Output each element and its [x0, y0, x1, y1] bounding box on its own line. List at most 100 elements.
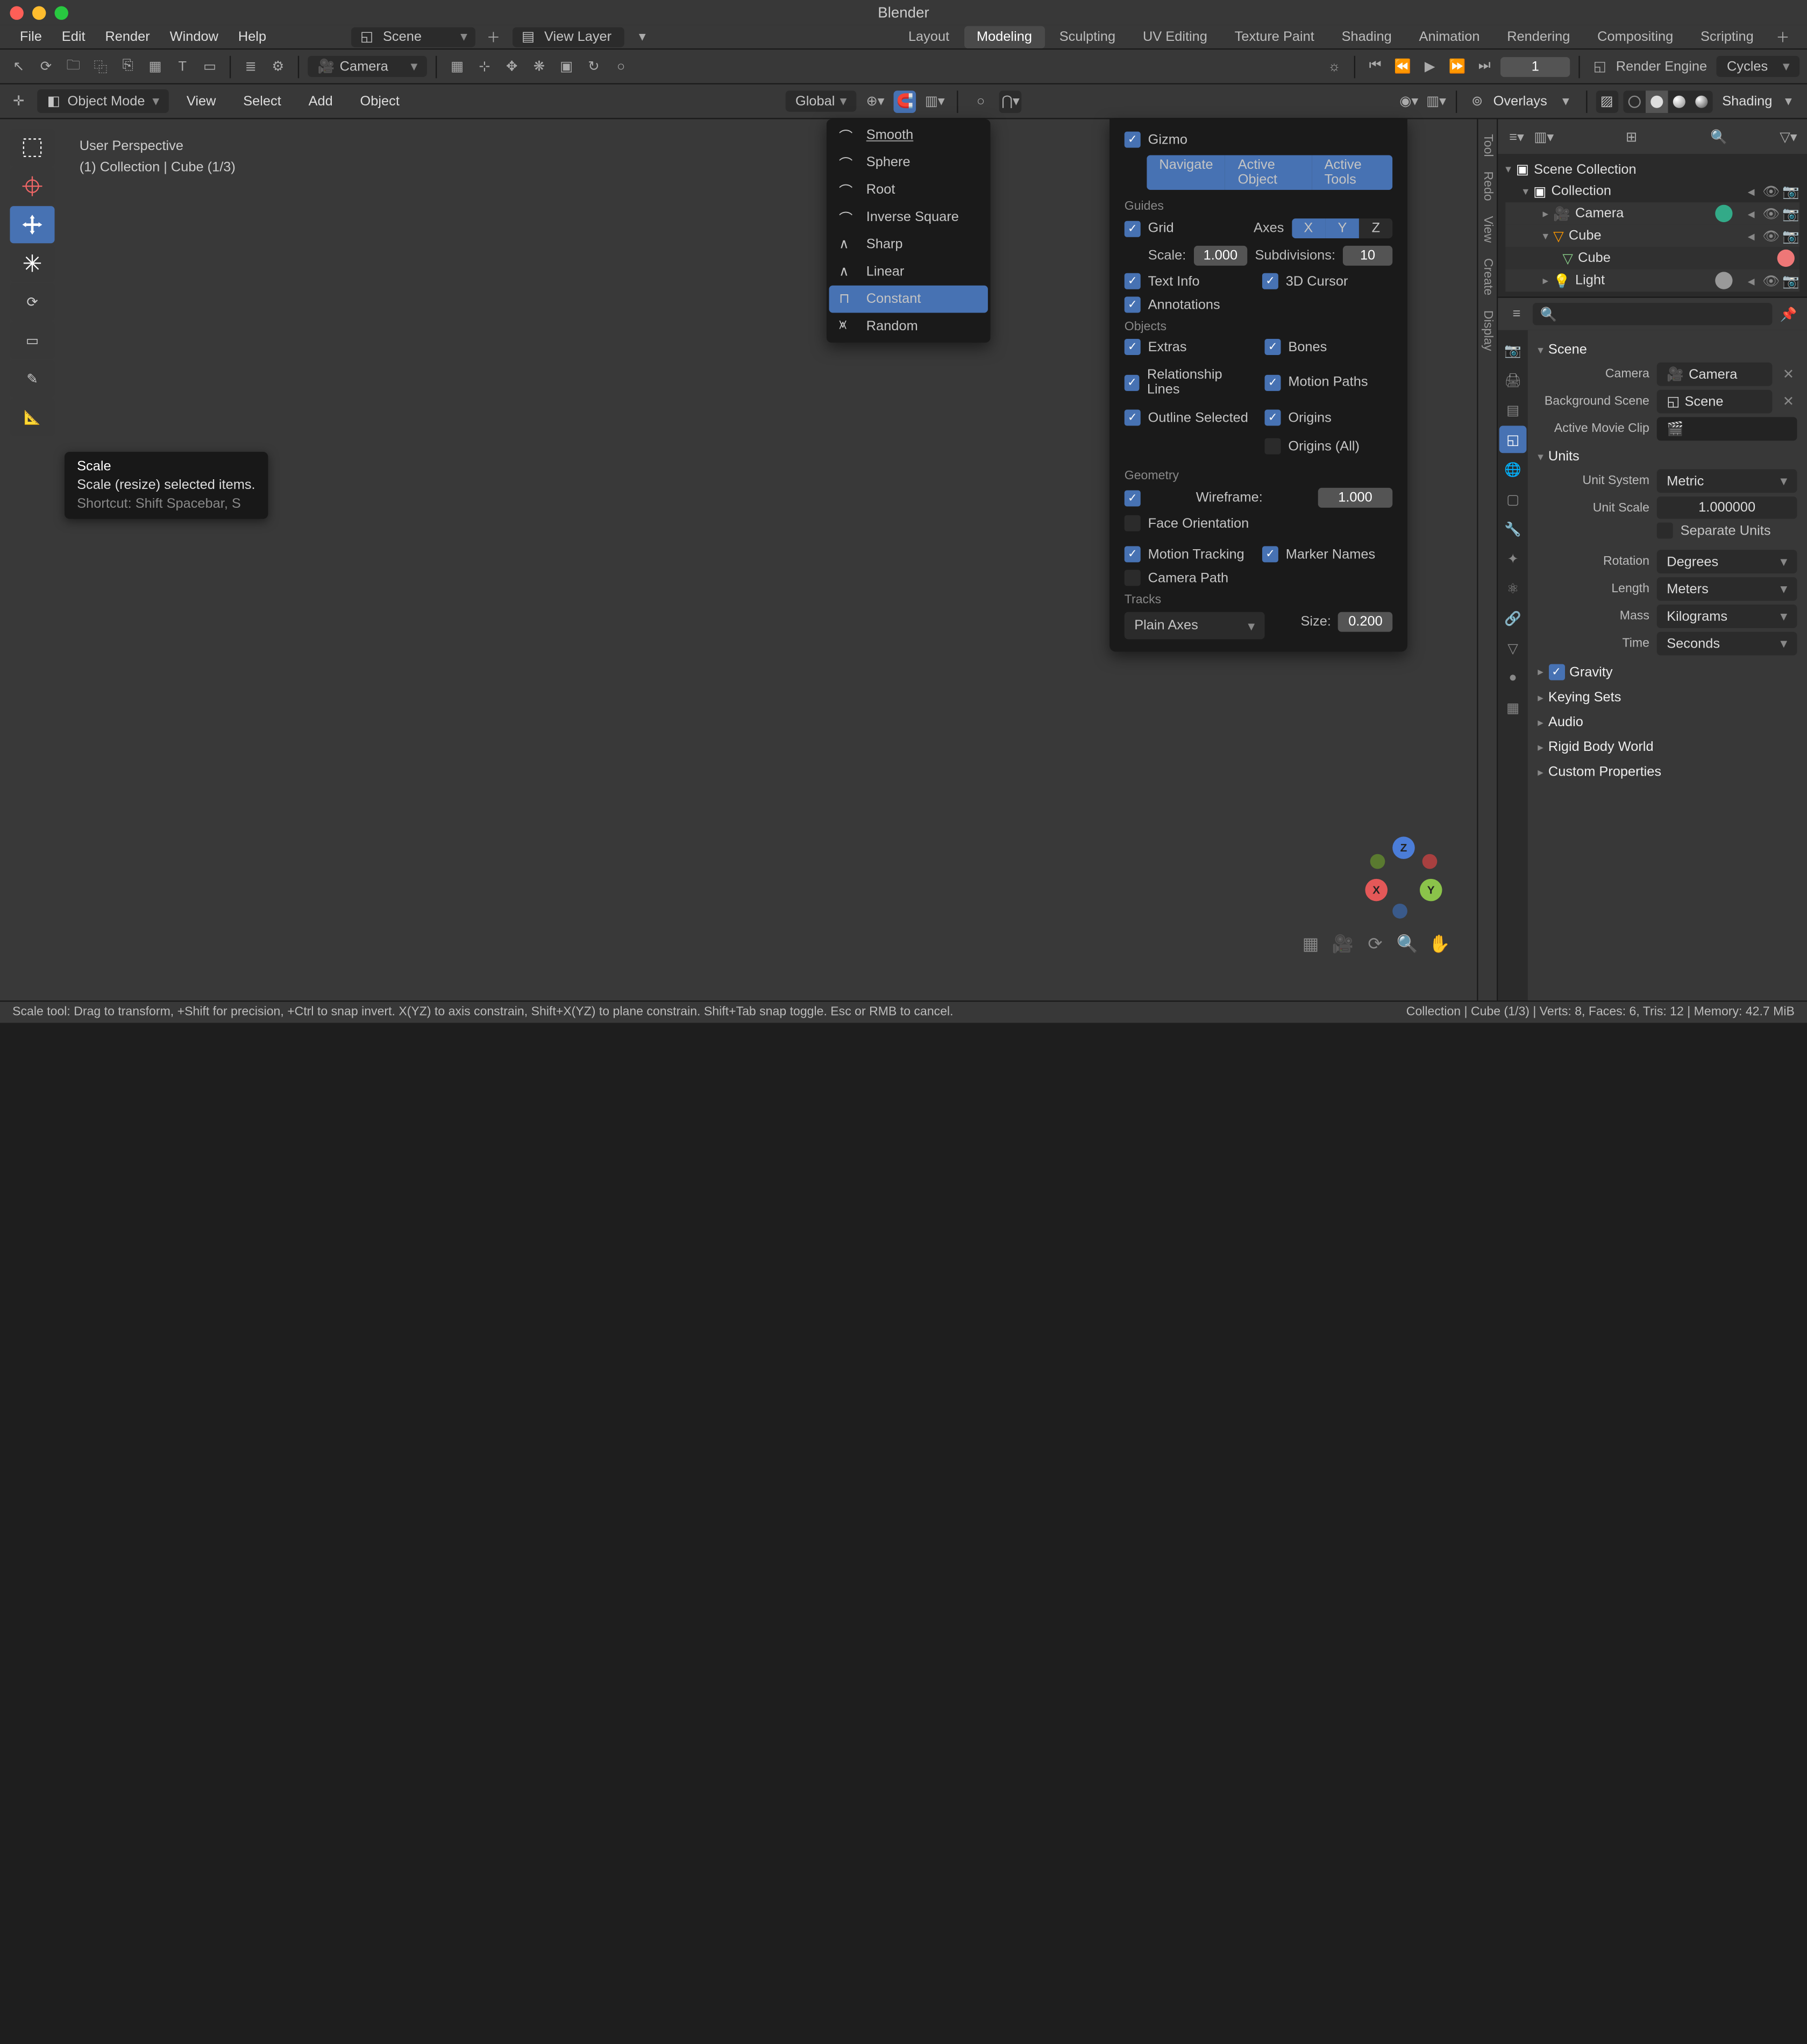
sec-scene[interactable]: ▾Scene: [1538, 338, 1797, 363]
restrict-sel-icon[interactable]: ◂: [1742, 182, 1760, 200]
pt-material[interactable]: ●: [1499, 664, 1527, 692]
text-icon[interactable]: T: [171, 55, 194, 78]
viewport[interactable]: ⟳ ▭ ✎ 📐 Scale Scale (resize) selected it…: [0, 119, 1477, 1000]
xray-icon[interactable]: ▨: [1596, 90, 1618, 112]
mode-selector[interactable]: ◧ Object Mode ▾: [37, 89, 169, 113]
val-subdiv[interactable]: 10: [1343, 246, 1392, 266]
snap-toggle[interactable]: 🧲: [894, 90, 916, 112]
shading-dropdown[interactable]: ▾: [1777, 90, 1800, 112]
refresh-icon[interactable]: ⟳: [35, 55, 58, 78]
pt-particles[interactable]: ✦: [1499, 545, 1527, 572]
pt-texture[interactable]: ▦: [1499, 694, 1527, 721]
persp-icon[interactable]: ▦: [1298, 931, 1323, 956]
ol-collection[interactable]: ▾▣ Collection ◂👁📷: [1505, 180, 1799, 203]
chk-camerapath[interactable]: [1125, 570, 1141, 586]
orbit-icon[interactable]: ⟳: [1363, 931, 1388, 956]
shade-rendered[interactable]: [1690, 90, 1712, 112]
clear-bgscene[interactable]: ✕: [1780, 391, 1797, 413]
ol-camera[interactable]: ▸🎥 Camera ◂👁📷: [1505, 202, 1799, 225]
falloff-linear[interactable]: ∧Linear: [829, 258, 988, 286]
shade-matcap[interactable]: [1668, 90, 1690, 112]
tab-animation[interactable]: Animation: [1406, 25, 1492, 48]
falloff-root[interactable]: ⌒Root: [829, 176, 988, 204]
visibility-icon[interactable]: ◉▾: [1398, 90, 1420, 112]
sec-units[interactable]: ▾Units: [1538, 444, 1797, 469]
tab-shading[interactable]: Shading: [1329, 25, 1404, 48]
chk-grid[interactable]: ✓: [1125, 221, 1141, 237]
render-icon[interactable]: ☼: [1323, 55, 1346, 78]
axis-y-neg[interactable]: [1370, 854, 1385, 869]
chk-extras[interactable]: ✓: [1125, 339, 1141, 355]
tab-uv[interactable]: UV Editing: [1130, 25, 1220, 48]
vh-object[interactable]: Object: [350, 91, 409, 111]
pt-physics[interactable]: ⚛: [1499, 574, 1527, 602]
snap-target[interactable]: ▥▾: [923, 90, 946, 112]
val-unitscale[interactable]: 1.000000: [1657, 496, 1797, 519]
axis-z-neg[interactable]: [1392, 904, 1407, 919]
val-scale[interactable]: 1.000: [1193, 246, 1247, 266]
axis-y[interactable]: Y: [1325, 218, 1359, 238]
falloff-invsq[interactable]: ⌒Inverse Square: [829, 203, 988, 231]
val-bgscene[interactable]: ◱Scene: [1657, 390, 1773, 414]
falloff-sphere[interactable]: ⌒Sphere: [829, 149, 988, 176]
menu-help[interactable]: Help: [228, 27, 276, 47]
nav-gizmo[interactable]: [1363, 836, 1445, 918]
tool-select-box[interactable]: [10, 129, 54, 166]
image-icon[interactable]: ▦: [144, 55, 167, 78]
maximize-window[interactable]: [55, 5, 68, 19]
save-icon[interactable]: ▭: [198, 55, 221, 78]
pill-activeobj[interactable]: Active Object: [1226, 155, 1312, 190]
chk-motiontrack[interactable]: ✓: [1125, 546, 1141, 562]
chk-gizmo[interactable]: ✓: [1125, 132, 1141, 148]
pt-scene[interactable]: ◱: [1499, 426, 1527, 453]
ntab-display[interactable]: Display: [1479, 303, 1496, 358]
overlays-dropdown[interactable]: ▾: [1555, 90, 1577, 112]
ol-light[interactable]: ▸💡 Light ◂👁📷: [1505, 269, 1799, 292]
menu-file[interactable]: File: [10, 27, 52, 47]
prefs-icon[interactable]: ⚙: [267, 55, 289, 78]
tab-sculpting[interactable]: Sculpting: [1047, 25, 1128, 48]
shading-label[interactable]: Shading: [1722, 94, 1772, 109]
new-scene-btn[interactable]: ＋: [482, 25, 505, 48]
rotate-icon[interactable]: ↻: [582, 55, 605, 78]
chk-gravity[interactable]: ✓: [1548, 664, 1564, 680]
shade-solid[interactable]: [1645, 90, 1668, 112]
render-engine-selector[interactable]: Cycles ▾: [1717, 56, 1800, 77]
val-unitsys[interactable]: Metric▾: [1657, 469, 1797, 493]
forward-icon[interactable]: ⏩: [1446, 55, 1469, 78]
chk-faceorient[interactable]: [1125, 515, 1141, 531]
chk-markernames[interactable]: ✓: [1262, 546, 1278, 562]
mirror-icon[interactable]: ▣: [555, 55, 578, 78]
cursor-icon[interactable]: ↖: [8, 55, 30, 78]
tab-compositing[interactable]: Compositing: [1585, 25, 1685, 48]
close-window[interactable]: [10, 5, 23, 19]
skip-start-icon[interactable]: ⏮: [1364, 55, 1386, 78]
tool-scale[interactable]: ⟳: [10, 283, 54, 320]
frame-input[interactable]: 1: [1500, 56, 1570, 76]
tracks-type[interactable]: Plain Axes▾: [1125, 612, 1265, 640]
ntab-create[interactable]: Create: [1479, 251, 1496, 303]
tool-measure[interactable]: 📐: [10, 399, 54, 436]
val-length[interactable]: Meters▾: [1657, 577, 1797, 601]
folder-icon[interactable]: 🗀: [62, 55, 84, 78]
pt-viewlayer[interactable]: ▤: [1499, 396, 1527, 423]
falloff-random[interactable]: ⩙Random: [829, 313, 988, 340]
outliner-editor-icon[interactable]: ≡▾: [1505, 125, 1528, 148]
xray-bg[interactable]: ▨: [1596, 90, 1618, 112]
pt-data[interactable]: ▽: [1499, 634, 1527, 662]
falloff-sharp[interactable]: ∧Sharp: [829, 231, 988, 258]
val-clip[interactable]: 🎬: [1657, 417, 1797, 441]
play-icon[interactable]: ▶: [1419, 55, 1441, 78]
pt-render[interactable]: 📷: [1499, 336, 1527, 364]
pt-object[interactable]: ▢: [1499, 485, 1527, 513]
val-time[interactable]: Seconds▾: [1657, 632, 1797, 656]
falloff-constant[interactable]: ⊓Constant: [829, 286, 988, 313]
tab-scripting[interactable]: Scripting: [1688, 25, 1766, 48]
pill-activetools[interactable]: Active Tools: [1312, 155, 1393, 190]
axis-y-pos[interactable]: [1420, 879, 1442, 902]
chk-originsall[interactable]: [1265, 438, 1281, 455]
val-mass[interactable]: Kilograms▾: [1657, 605, 1797, 628]
vh-view[interactable]: View: [176, 91, 226, 111]
props-search[interactable]: 🔍: [1533, 303, 1772, 325]
viewlayer-selector[interactable]: ▤ View Layer: [512, 27, 624, 47]
